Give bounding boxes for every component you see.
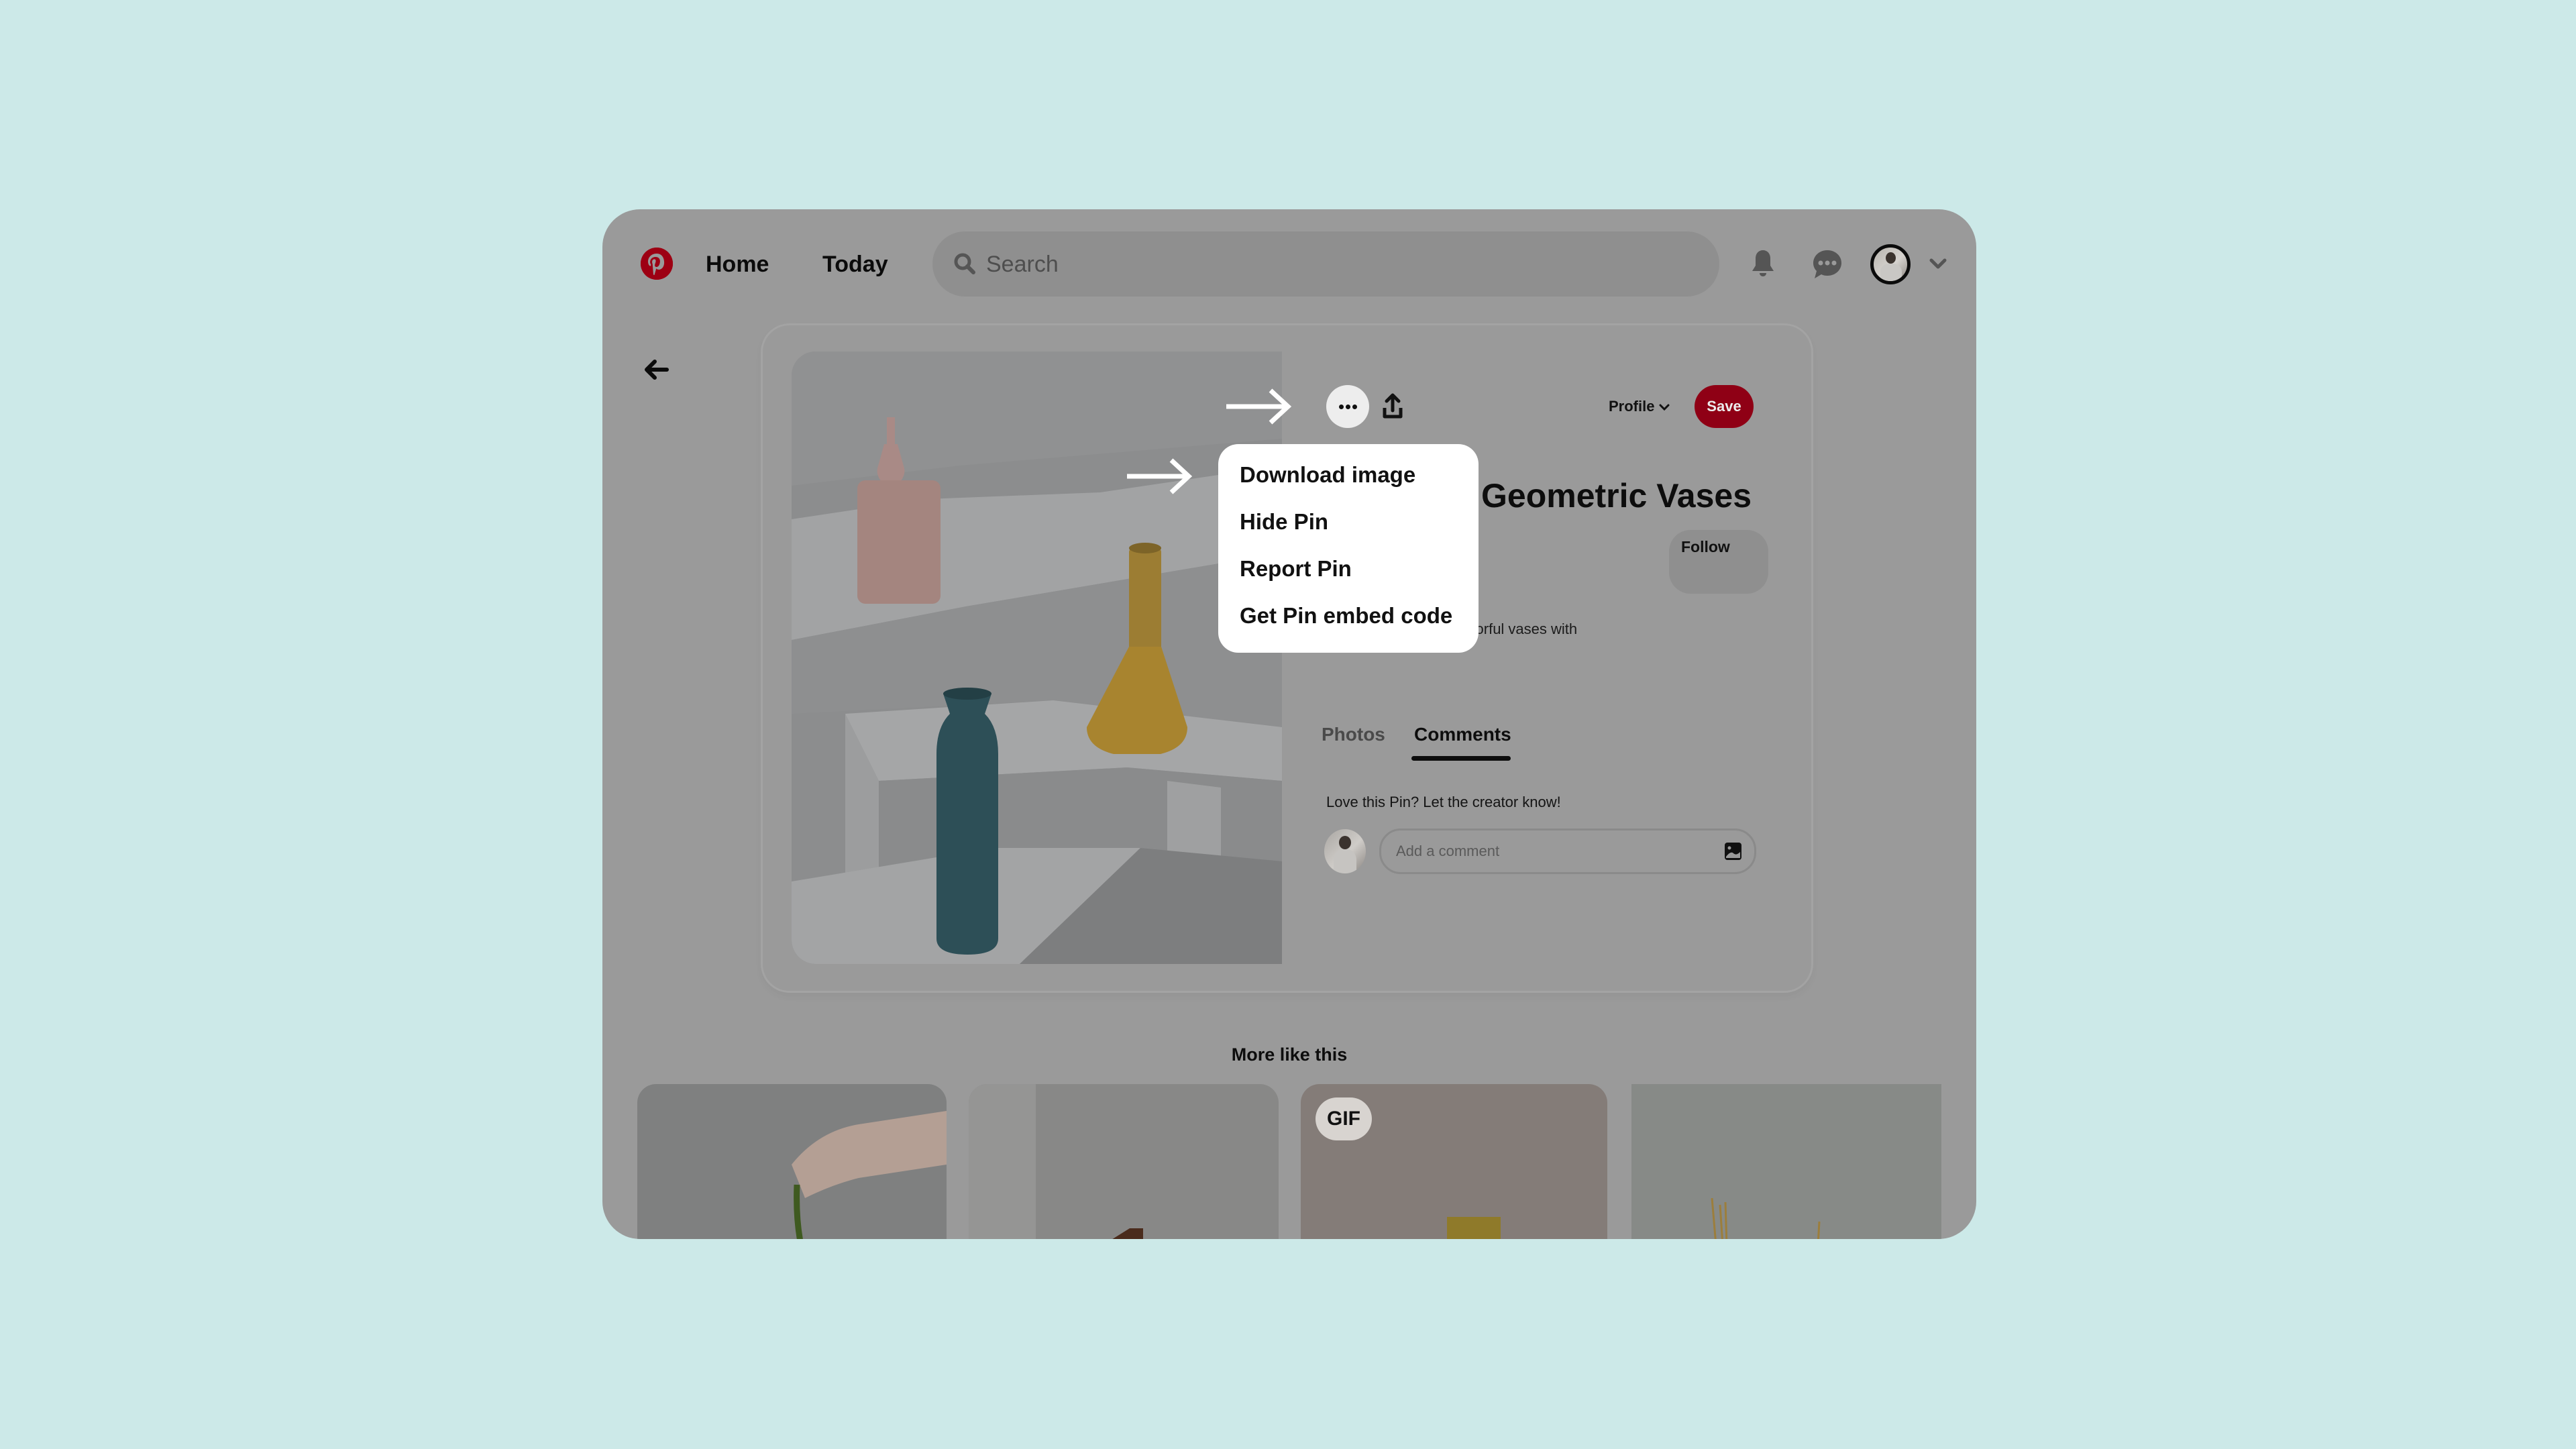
menu-item-download-image[interactable]: Download image (1240, 460, 1415, 490)
pin-image[interactable] (792, 352, 1282, 964)
ellipsis-dot (1339, 405, 1344, 409)
share-upload-icon[interactable] (1382, 392, 1403, 420)
pin-options-menu: Download image Hide Pin Report Pin Get P… (1218, 444, 1479, 653)
related-pin-tile[interactable]: GIF (1301, 1084, 1607, 1239)
ellipsis-dot (1346, 405, 1350, 409)
related-pin-tile[interactable] (637, 1084, 947, 1239)
avatar-body (1334, 849, 1356, 873)
nav-today[interactable]: Today (822, 248, 888, 280)
pin-title: Geometric Vases (1481, 477, 1752, 515)
browser-window: Home Today Search Profile Save Geometric… (602, 209, 1976, 1239)
pinterest-logo-icon[interactable] (641, 248, 673, 280)
related-pin-image (1631, 1084, 1941, 1239)
menu-item-get-embed-code[interactable]: Get Pin embed code (1240, 601, 1452, 631)
chevron-down-icon (1659, 404, 1670, 411)
save-button[interactable]: Save (1695, 385, 1754, 428)
gif-badge: GIF (1316, 1097, 1372, 1140)
related-pin-tile[interactable] (969, 1084, 1279, 1239)
comment-input-wrapper[interactable] (1379, 828, 1756, 874)
bell-icon[interactable] (1743, 245, 1782, 284)
avatar-body (1880, 264, 1902, 281)
search-icon (954, 253, 975, 274)
annotation-arrow-icon (1226, 388, 1292, 425)
search-placeholder: Search (986, 252, 1059, 277)
vases-photo (792, 352, 1282, 964)
commenter-avatar (1324, 829, 1366, 873)
related-pin-image (637, 1084, 947, 1239)
menu-item-hide-pin[interactable]: Hide Pin (1240, 507, 1328, 537)
tab-photos[interactable]: Photos (1322, 721, 1385, 748)
user-avatar[interactable] (1870, 244, 1911, 284)
arrow-left-icon[interactable] (643, 358, 669, 381)
avatar-head (1886, 252, 1896, 264)
pinterest-p-glyph (641, 248, 673, 280)
related-pin-image (969, 1084, 1279, 1239)
image-upload-icon[interactable] (1724, 842, 1742, 861)
comment-input[interactable] (1395, 836, 1713, 867)
comment-prompt: Love this Pin? Let the creator know! (1326, 794, 1561, 810)
follow-button[interactable]: Follow (1669, 530, 1768, 594)
search-bar[interactable]: Search (932, 231, 1719, 297)
follow-label: Follow (1681, 538, 1730, 555)
annotation-arrow-icon (1127, 458, 1193, 494)
chevron-down-icon[interactable] (1928, 255, 1948, 272)
ellipsis-dot (1352, 405, 1357, 409)
nav-home[interactable]: Home (706, 248, 769, 280)
profile-dropdown[interactable]: Profile (1609, 395, 1670, 418)
profile-label: Profile (1609, 398, 1655, 415)
menu-item-report-pin[interactable]: Report Pin (1240, 554, 1352, 584)
active-tab-indicator (1411, 756, 1511, 761)
more-like-this-heading: More like this (1231, 1044, 1348, 1065)
related-pin-tile[interactable] (1631, 1084, 1941, 1239)
tab-comments[interactable]: Comments (1414, 721, 1511, 748)
avatar-head (1339, 836, 1351, 849)
more-options-button[interactable] (1326, 385, 1369, 428)
messages-icon[interactable] (1808, 245, 1847, 284)
